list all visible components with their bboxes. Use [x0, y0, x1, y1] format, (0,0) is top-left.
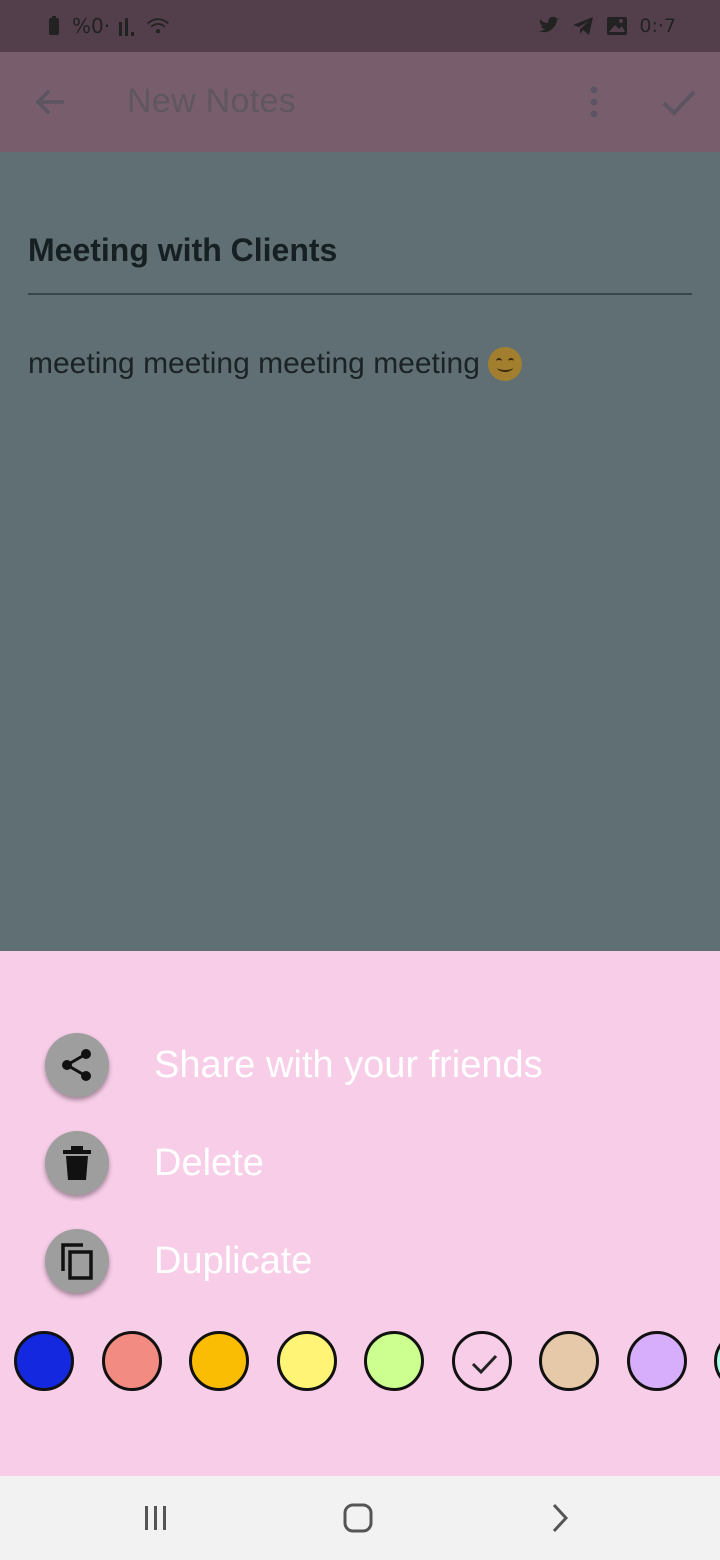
color-swatch-blue[interactable] — [14, 1331, 74, 1391]
color-picker — [0, 1330, 720, 1392]
trash-icon[interactable] — [45, 1131, 109, 1195]
duplicate-label: Duplicate — [154, 1239, 313, 1282]
color-swatch-green[interactable] — [364, 1331, 424, 1391]
check-icon — [471, 1354, 498, 1375]
gallery-icon — [605, 14, 629, 38]
color-swatch-teal[interactable] — [714, 1331, 720, 1391]
color-swatch-purple[interactable] — [627, 1331, 687, 1391]
clock: 0:·7 — [639, 15, 676, 37]
telegram-icon — [571, 14, 595, 38]
app-bar: New Notes — [0, 52, 720, 152]
color-swatch-red[interactable] — [102, 1331, 162, 1391]
bottom-sheet — [0, 951, 720, 1476]
system-nav-bar — [0, 1476, 720, 1560]
recents-icon[interactable] — [136, 1498, 176, 1538]
color-swatch-yellow[interactable] — [277, 1331, 337, 1391]
smiling-face-icon — [487, 347, 522, 381]
wifi-icon — [146, 14, 170, 38]
share-icon[interactable] — [45, 1033, 109, 1097]
twitter-icon — [537, 14, 561, 38]
status-left: %0· — [42, 14, 170, 38]
delete-label: Delete — [154, 1141, 264, 1184]
signal-icon — [116, 14, 140, 38]
home-icon[interactable] — [338, 1498, 378, 1538]
check-icon[interactable] — [656, 82, 700, 122]
color-swatch-pink-selected[interactable] — [452, 1331, 512, 1391]
battery-icon — [42, 14, 66, 38]
delete-action[interactable]: Delete — [45, 1131, 264, 1195]
note-editor: Meeting with Clients meeting meeting mee… — [0, 152, 720, 952]
color-swatch-tan[interactable] — [539, 1331, 599, 1391]
more-vert-icon[interactable] — [578, 82, 610, 122]
duplicate-action[interactable]: Duplicate — [45, 1229, 312, 1293]
note-body-input[interactable]: meeting meeting meeting meeting — [28, 347, 522, 381]
note-title-input[interactable]: Meeting with Clients — [28, 232, 337, 269]
back-chevron-icon[interactable] — [540, 1498, 580, 1538]
copy-icon[interactable] — [45, 1229, 109, 1293]
status-bar: %0· 0:·7 — [0, 0, 720, 52]
share-action[interactable]: Share with your friends — [45, 1033, 543, 1097]
share-label: Share with your friends — [154, 1043, 543, 1086]
title-divider — [28, 293, 692, 295]
page-title: New Notes — [127, 82, 296, 120]
note-body-text: meeting meeting meeting meeting — [28, 347, 480, 380]
battery-percent: %0· — [72, 14, 111, 38]
color-swatch-orange[interactable] — [189, 1331, 249, 1391]
status-right: 0:·7 — [537, 14, 676, 38]
back-arrow-icon[interactable] — [30, 82, 70, 122]
